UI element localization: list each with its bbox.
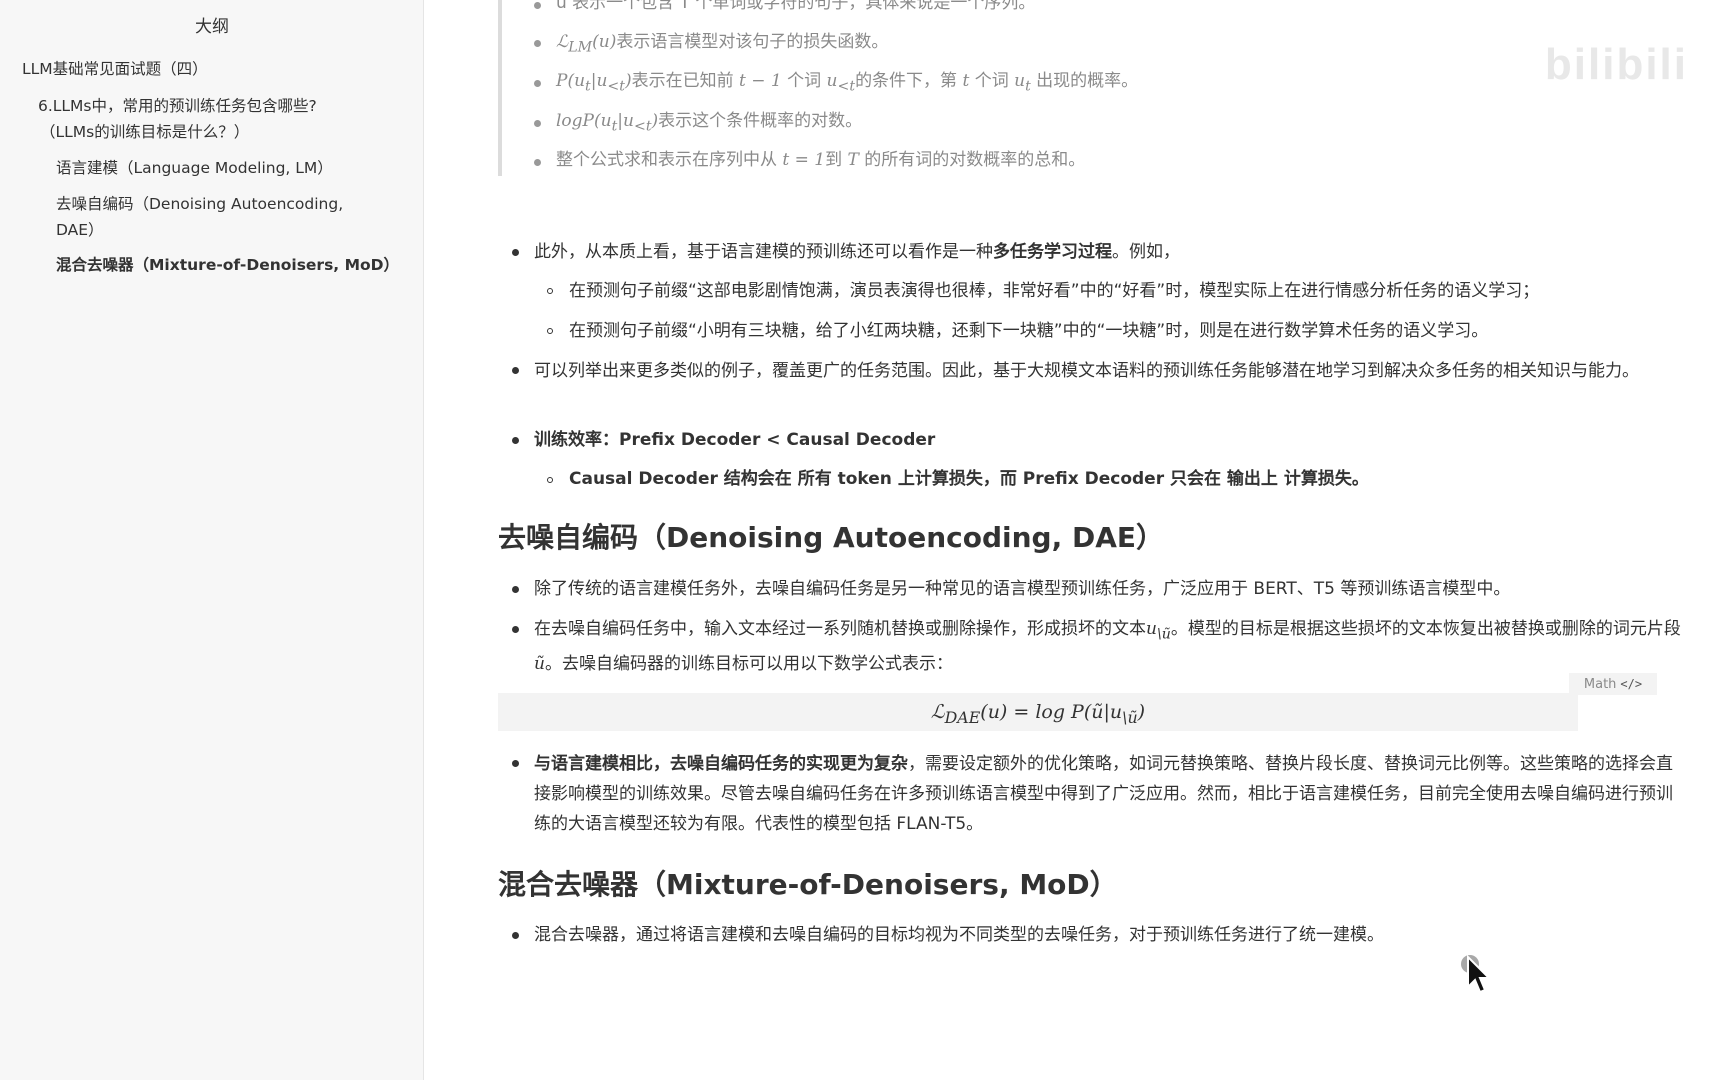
quote-text: 个词 [969,71,1015,91]
dae-paragraph-1: 除了传统的语言建模任务外，去噪自编码任务是另一种常见的语言模型预训练任务，广泛应… [534,579,1511,599]
quote-text: 到 [825,150,848,170]
quote-item-1: u 表示一个包含 T 个单词或字符的句子，具体来说是一个序列。 [556,0,1036,13]
math-sub: <t [837,78,856,95]
dae-heading: 去噪自编码（Denoising Autoencoding, DAE） [498,521,1165,554]
mouse-cursor-icon [1467,955,1492,994]
quote-text: 表示语言模型对该句子的损失函数。 [616,32,889,52]
math-inline: t − 1 [739,71,782,91]
sub-bullet [547,477,553,483]
math-tab-label: Math [1583,677,1617,692]
bullet [534,2,541,9]
math-inline: |u [590,71,608,91]
mod-paragraph-1: 混合去噪器，通过将语言建模和去噪自编码的目标均视为不同类型的去噪任务，对于预训练… [534,925,1384,945]
quote-text: 整个公式求和表示在序列中从 [556,150,783,170]
quote-text: 的条件下，第 [855,71,963,91]
outline-title: 大纲 [195,17,229,37]
quote-text: 个词 [781,71,827,91]
math-inline: ) [624,71,632,91]
blockquote-bar [498,0,502,176]
quote-text: 出现的概率。 [1030,71,1139,91]
lm-sub-item-3: Causal Decoder 结构会在 所有 token 上计算损失，而 Pre… [569,469,1369,489]
lm-sub-item-2: 在预测句子前缀“小明有三块糖，给了小红两块糖，还剩下一块糖”中的“一块糖”时，则… [569,321,1489,341]
bullet [534,159,541,166]
editor-window: 大纲 LLM基础常见面试题（四） 6.LLMs中，常用的预训练任务包含哪些? （… [0,0,1728,1080]
math-sub: DAE [944,707,981,727]
math-inline: T [847,150,859,170]
math-sub: LM [568,39,593,56]
text: 。例如， [1112,242,1180,262]
math-inline: (u) [592,32,617,52]
lm-paragraph-1: 此外，从本质上看，基于语言建模的预训练还可以看作是一种多任务学习过程。例如， [534,237,1180,267]
quote-text: 表示这个条件概率的对数。 [658,111,863,131]
sub-bullet [547,288,553,294]
math-inline: P(u [556,71,586,91]
outline-item-h1[interactable]: LLM基础常见面试题（四） [22,56,208,82]
math-sub: <t [607,78,625,95]
outline-item-mod[interactable]: 混合去噪器（Mixture-of-Denoisers, MoD） [56,252,399,278]
lm-paragraph-2: 可以列举出来更多类似的例子，覆盖更广的任务范围。因此，基于大规模文本语料的预训练… [534,361,1639,381]
math-inline: u [826,71,838,91]
bullet [534,120,541,127]
lm-paragraph-3: 训练效率：Prefix Decoder < Causal Decoder [534,430,936,450]
quote-item-5: 整个公式求和表示在序列中从 t = 1到 T 的所有词的对数概率的总和。 [556,145,1085,175]
outline-sidebar: 大纲 LLM基础常见面试题（四） 6.LLMs中，常用的预训练任务包含哪些? （… [0,0,424,1080]
math-sub: \ũ [1122,707,1138,727]
bullet [512,760,519,767]
text: 。去噪自编码器的训练目标可以用以下数学公式表示： [544,654,953,675]
bullet [512,626,519,633]
sub-bullet [547,328,553,334]
quote-text: 的所有词的对数概率的总和。 [858,150,1086,170]
outline-item-dae-cont[interactable]: DAE） [56,217,104,243]
math-formula: (u) = log P(ũ|u [980,701,1123,723]
quote-text: 表示在已知前 [631,71,740,91]
math-inline: ℒ [556,32,569,52]
quote-item-2: ℒLM(u)表示语言模型对该句子的损失函数。 [556,27,888,62]
quote-item-4: logP(ut|u<t)表示这个条件概率的对数。 [556,106,862,141]
math-inline: u [1146,619,1157,639]
math-inline: t = 1 [782,150,826,170]
text: 在去噪自编码任务中，输入文本经过一系列随机替换或删除操作，形成损坏的文本 [534,619,1146,639]
dae-paragraph-2: 在去噪自编码任务中，输入文本经过一系列随机替换或删除操作，形成损坏的文本u\ũ。… [534,614,1684,679]
bullet [512,367,519,374]
bullet [534,80,541,87]
bullet [512,249,519,256]
bullet [512,586,519,593]
outline-item-dae[interactable]: 去噪自编码（Denoising Autoencoding, [56,191,343,217]
math-sub: \ũ [1156,626,1171,643]
math-formula: ) [1137,701,1146,723]
bold-text: 与语言建模相比，去噪自编码任务的实现更为复杂 [534,754,908,774]
math-inline: ũ [534,654,545,675]
math-inline: |u [617,111,634,131]
math-block[interactable]: ℒDAE(u) = log P(ũ|u\ũ) [498,693,1578,731]
math-symbol: ℒ [930,701,945,723]
bilibili-watermark: bilibili [1544,40,1688,89]
math-sub: <t [633,118,652,135]
math-block-tab[interactable]: Math </> [1569,673,1657,695]
document-content: bilibili u 表示一个包含 T 个单词或字符的句子，具体来说是一个序列。… [424,0,1728,1080]
bold-text: 多任务学习过程 [993,242,1112,262]
outline-item-lm[interactable]: 语言建模（Language Modeling, LM） [56,155,333,181]
mod-heading: 混合去噪器（Mixture-of-Denoisers, MoD） [498,868,1118,901]
text: 。模型的目标是根据这些损坏的文本恢复出被替换或删除的词元片段 [1170,619,1681,639]
text: 此外，从本质上看，基于语言建模的预训练还可以看作是一种 [534,242,993,262]
bullet [534,40,541,47]
dae-paragraph-3: 与语言建模相比，去噪自编码任务的实现更为复杂，需要设定额外的优化策略，如词元替换… [534,749,1684,839]
outline-item-q6[interactable]: 6.LLMs中，常用的预训练任务包含哪些? [38,93,317,119]
quote-item-3: P(ut|u<t)表示在已知前 t − 1 个词 u<t的条件下，第 t 个词 … [556,66,1138,101]
bullet [512,932,519,939]
code-icon[interactable]: </> [1620,677,1642,691]
bullet [512,437,519,444]
lm-sub-item-1: 在预测句子前缀“这部电影剧情饱满，演员表演得也很棒，非常好看”中的“好看”时，模… [569,281,1540,301]
math-inline: logP(u [556,111,612,131]
math-inline: u [1014,71,1026,91]
outline-item-q6-cont[interactable]: （LLMs的训练目标是什么？） [40,119,249,145]
